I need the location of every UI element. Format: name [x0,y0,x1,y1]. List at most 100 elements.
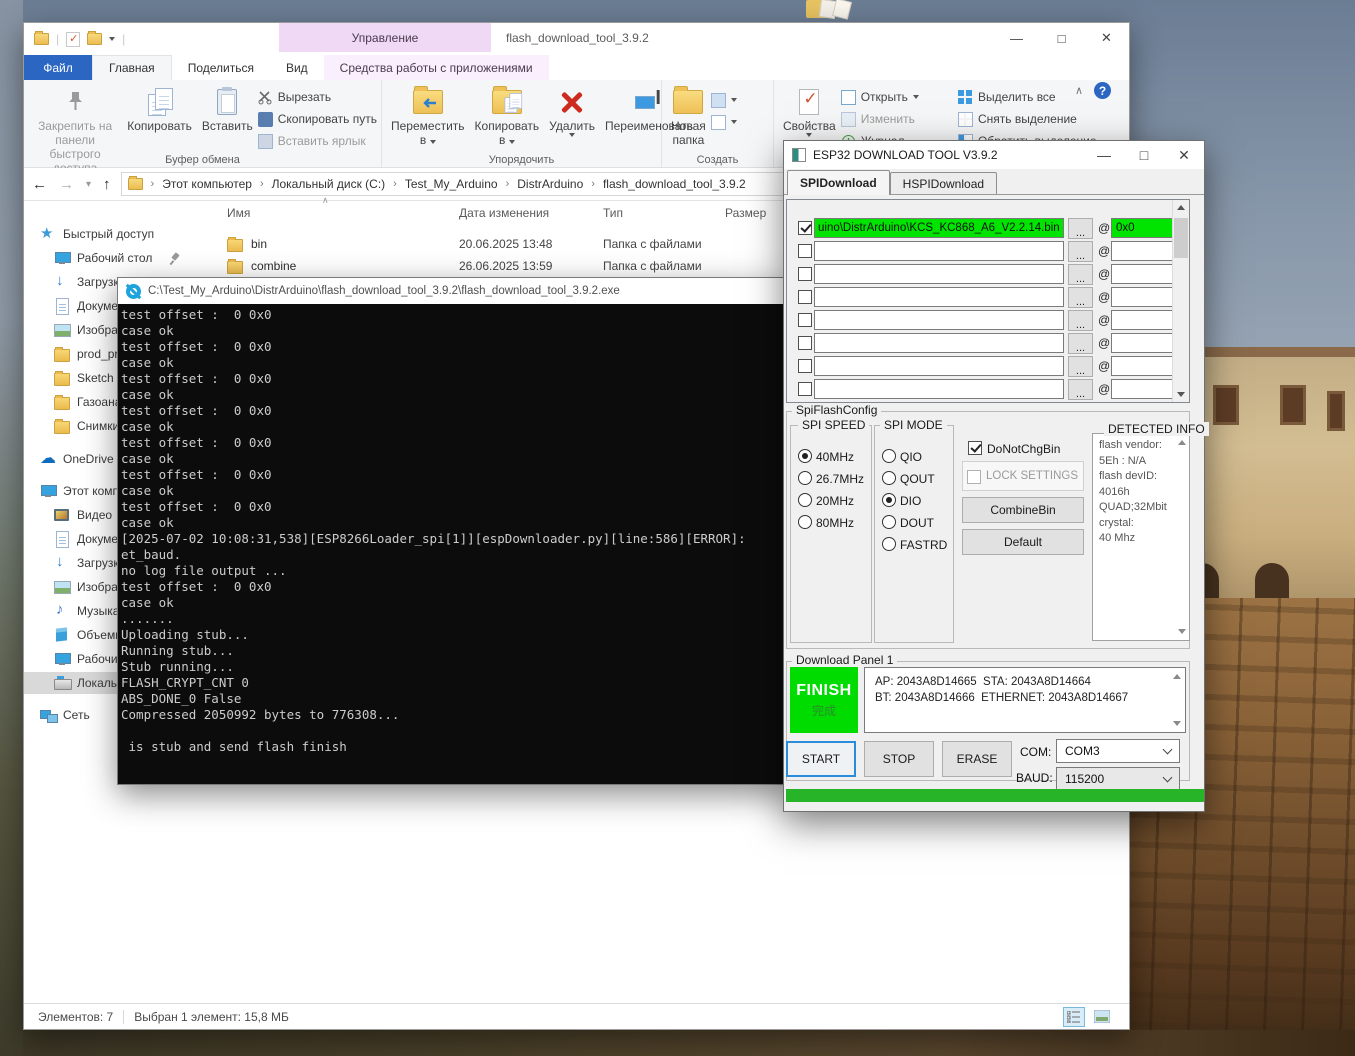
tab-share[interactable]: Поделиться [172,55,270,80]
radio-26-7mhz[interactable] [798,471,812,485]
offset-input[interactable] [1111,264,1177,284]
breadcrumb-distrarduino[interactable]: DistrArduino [517,177,583,191]
firmware-path-input[interactable] [814,241,1064,261]
tab-hspidownload[interactable]: HSPIDownload [890,172,997,194]
delete-button[interactable]: Удалить [544,83,600,139]
stop-button[interactable]: STOP [864,741,934,777]
browse-button[interactable]: ... [1068,287,1093,308]
tab-file[interactable]: Файл [24,55,92,80]
radio-dio[interactable] [882,493,896,507]
console-output[interactable]: test offset : 0 0x0 case ok test offset … [118,304,788,784]
forward-icon[interactable]: → [59,176,74,193]
close-button[interactable]: ✕ [1164,141,1204,169]
scroll-up-icon[interactable] [1178,440,1186,445]
tab-spidownload[interactable]: SPIDownload [787,170,890,195]
scroll-up-icon[interactable] [1173,674,1181,679]
radio-fastrd[interactable] [882,537,896,551]
breadcrumb-local-disk[interactable]: Локальный диск (C:) [272,177,386,191]
scroll-up-icon[interactable] [1177,205,1185,210]
browse-button[interactable]: ... [1068,218,1093,239]
paste-shortcut-button[interactable]: Вставить ярлык [258,130,377,152]
firmware-checkbox[interactable] [798,221,812,235]
offset-input[interactable] [1111,333,1177,353]
minimize-button[interactable]: — [994,23,1039,53]
firmware-path-input[interactable] [814,379,1064,399]
com-port-select[interactable]: COM3 [1056,739,1180,763]
up-icon[interactable]: ↑ [103,176,111,193]
maximize-button[interactable]: □ [1124,141,1164,169]
folder-icon[interactable] [34,33,49,45]
firmware-path-input[interactable] [814,264,1064,284]
sidebar-item-desktop[interactable]: Рабочий стол [24,247,201,269]
firmware-checkbox[interactable] [798,290,812,304]
tab-app-tools[interactable]: Средства работы с приложениями [324,55,549,80]
desktop-folder-icon[interactable] [806,0,856,18]
browse-button[interactable]: ... [1068,264,1093,285]
browse-button[interactable]: ... [1068,356,1093,377]
breadcrumb-test-my-arduino[interactable]: Test_My_Arduino [405,177,498,191]
browse-button[interactable]: ... [1068,333,1093,354]
column-header-name[interactable]: Имя ∧ [227,201,250,225]
properties-quick-icon[interactable] [66,32,80,47]
firmware-checkbox[interactable] [798,313,812,327]
browse-button[interactable]: ... [1068,379,1093,400]
recent-locations-chevron-icon[interactable]: ▾ [86,179,91,190]
new-folder-quick-icon[interactable] [87,33,102,45]
copy-path-button[interactable]: Скопировать путь [258,108,377,130]
console-titlebar[interactable]: C:\Test_My_Arduino\DistrArduino\flash_do… [118,278,788,304]
properties-button[interactable]: Свойства [778,83,841,139]
scroll-thumb[interactable] [1174,218,1188,258]
copy-button[interactable]: Копировать [122,83,197,135]
qat-customize-chevron-icon[interactable] [109,37,115,41]
combinebin-button[interactable]: CombineBin [962,497,1084,523]
help-icon[interactable]: ? [1094,82,1111,99]
collapse-ribbon-icon[interactable]: ∧ [1075,84,1083,97]
firmware-checkbox[interactable] [798,244,812,258]
tab-home[interactable]: Главная [92,55,172,80]
radio-40mhz[interactable] [798,449,812,463]
baud-rate-select[interactable]: 115200 [1056,767,1180,791]
erase-button[interactable]: ERASE [942,741,1012,777]
easy-access-button[interactable] [711,89,737,111]
close-button[interactable]: ✕ [1084,23,1129,53]
paste-button[interactable]: Вставить [197,83,258,135]
firmware-path-input[interactable] [814,310,1064,330]
column-header-type[interactable]: Тип [603,201,623,225]
column-header-date[interactable]: Дата изменения [459,201,549,225]
move-to-button[interactable]: Переместить в [386,83,470,149]
firmware-checkbox[interactable] [798,267,812,281]
radio-dout[interactable] [882,515,896,529]
offset-input[interactable] [1111,241,1177,261]
thumbnail-view-icon[interactable] [1091,1007,1113,1027]
tab-view[interactable]: Вид [270,55,324,80]
scroll-down-icon[interactable] [1177,392,1185,397]
esp32-titlebar[interactable]: ESP32 DOWNLOAD TOOL V3.9.2 — □ ✕ [784,141,1204,169]
scroll-down-icon[interactable] [1178,629,1186,634]
firmware-checkbox[interactable] [798,336,812,350]
browse-button[interactable]: ... [1068,310,1093,331]
scroll-down-icon[interactable] [1173,721,1181,726]
offset-input[interactable] [1111,310,1177,330]
new-folder-button[interactable]: Новая папка [666,83,711,149]
breadcrumb-this-pc[interactable]: Этот компьютер [162,177,252,191]
details-view-icon[interactable] [1063,1007,1085,1027]
offset-input[interactable]: 0x0 [1111,218,1177,238]
open-button[interactable]: Открыть [841,86,919,108]
firmware-checkbox[interactable] [798,382,812,396]
lock-settings-checkbox[interactable] [967,470,981,484]
sidebar-item-quick-access[interactable]: Быстрый доступ [24,223,201,245]
donotchgbin-checkbox[interactable] [968,441,982,455]
column-header-size[interactable]: Размер [725,201,766,225]
offset-input[interactable] [1111,379,1177,399]
new-item-button[interactable] [711,111,737,133]
radio-80mhz[interactable] [798,515,812,529]
firmware-path-input[interactable] [814,356,1064,376]
rows-scrollbar[interactable] [1172,200,1189,402]
maximize-button[interactable]: □ [1039,23,1084,53]
back-icon[interactable]: ← [32,176,47,193]
edit-button[interactable]: Изменить [841,108,919,130]
radio-qout[interactable] [882,471,896,485]
breadcrumb-flash-download-tool[interactable]: flash_download_tool_3.9.2 [603,177,746,191]
default-button[interactable]: Default [962,529,1084,555]
cut-button[interactable]: Вырезать [258,86,377,108]
